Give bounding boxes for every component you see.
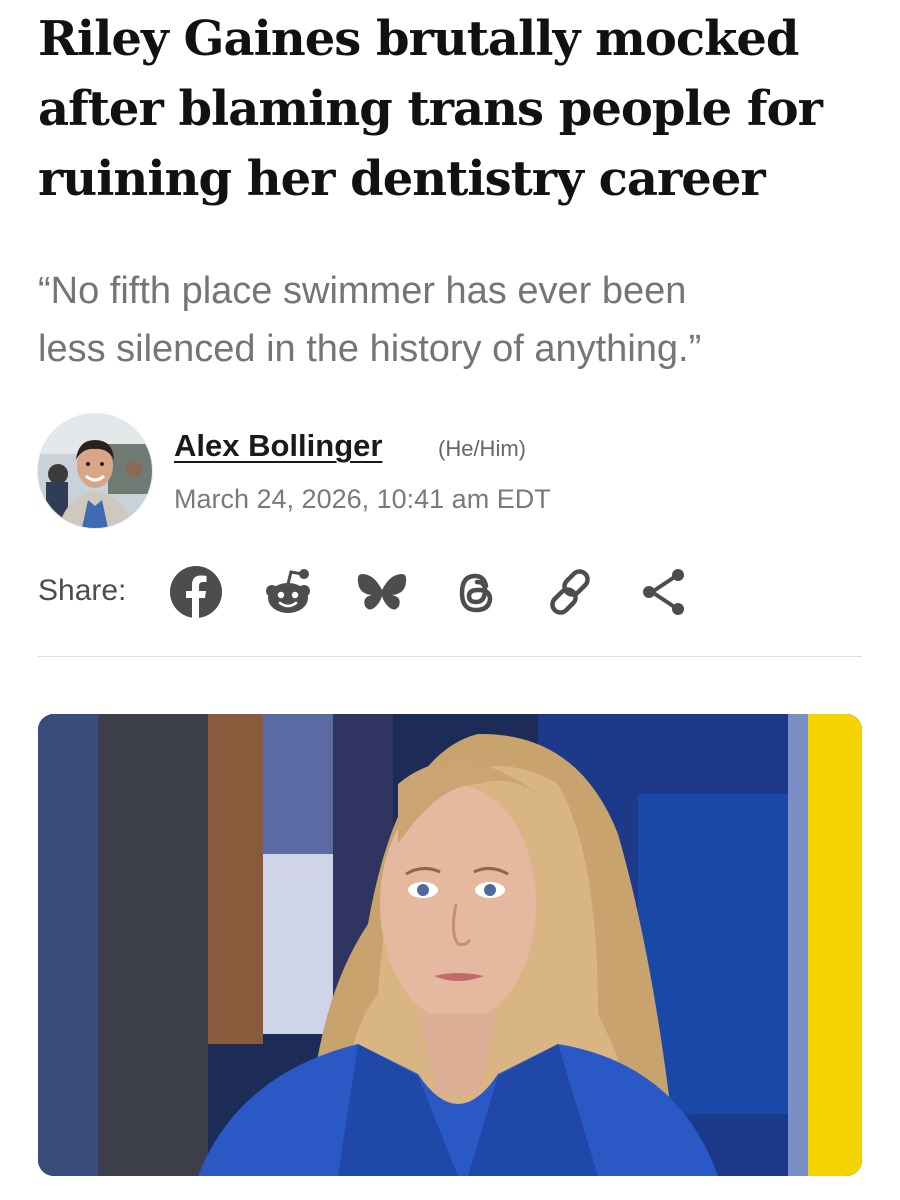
reddit-icon[interactable] [260,564,316,620]
threads-icon[interactable] [448,564,504,620]
article-headline: Riley Gaines brutally mocked after blami… [38,4,862,214]
link-icon[interactable] [542,564,598,620]
author-name-link[interactable]: Alex Bollinger [174,428,382,464]
article-dek: “No fifth place swimmer has ever been le… [38,262,862,378]
dek-line: “No fifth place swimmer has ever been [38,270,687,312]
bluesky-icon[interactable] [354,564,410,620]
publish-date: March 24, 2026, 10:41 am EDT [174,484,551,514]
hero-photo-illustration [38,714,862,1176]
facebook-icon[interactable] [168,564,224,620]
share-bar: Share: [38,556,862,626]
headline-line: ruining her dentistry career [38,151,766,207]
share-icon[interactable] [636,564,692,620]
article-page: Riley Gaines brutally mocked after blami… [38,0,862,1200]
share-label: Share: [38,574,127,607]
dek-line: less silenced in the history of anything… [38,328,702,370]
headline-line: Riley Gaines brutally mocked [38,11,799,67]
author-pronouns: (He/Him) [438,436,526,461]
section-divider [38,656,862,657]
hero-photo [38,714,862,1176]
headline-line: after blaming trans people for [38,81,823,137]
author-avatar[interactable] [38,414,152,528]
byline: Alex Bollinger (He/Him) March 24, 2026, … [38,414,862,534]
